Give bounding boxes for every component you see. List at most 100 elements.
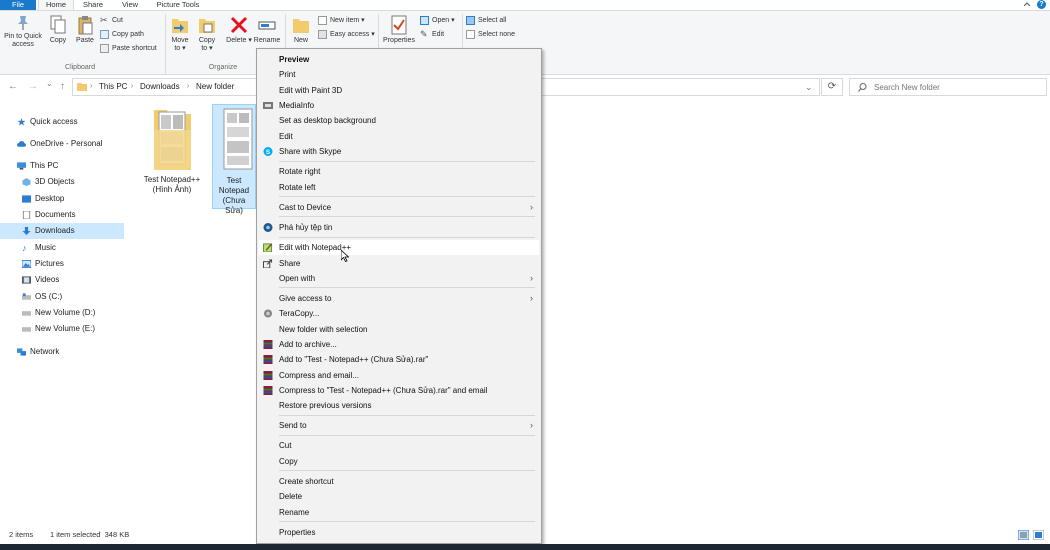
film-icon — [22, 276, 31, 284]
refresh-button[interactable]: ⟳ — [821, 78, 843, 96]
menu-item-delete[interactable]: Delete — [259, 489, 539, 504]
sidebar-item-downloads[interactable]: Downloads — [0, 223, 124, 239]
sidebar-item-volume-e[interactable]: New Volume (E:) — [0, 321, 124, 337]
sidebar-item-network[interactable]: Network — [0, 344, 124, 360]
address-dropdown-icon[interactable]: ⌄ — [805, 79, 813, 95]
copy-button[interactable]: Copy — [46, 15, 70, 45]
copy-path-button[interactable]: Copy path — [100, 29, 144, 41]
tab-file[interactable]: File — [0, 0, 36, 10]
menu-item-cast-to-device[interactable]: Cast to Device › — [259, 200, 539, 215]
sidebar-item-this-pc[interactable]: This PC — [0, 158, 124, 174]
file-item[interactable]: Test Notepad++ (Hình Ảnh) — [139, 104, 205, 195]
menu-item-new-folder-with-selection[interactable]: New folder with selection — [259, 322, 539, 337]
copy-to-icon — [199, 19, 215, 33]
breadcrumb-downloads[interactable]: Downloads — [140, 79, 180, 95]
collapse-ribbon-icon[interactable] — [1024, 2, 1030, 6]
sidebar-item-quick-access[interactable]: Quick access — [0, 114, 124, 130]
properties-ribbon-label: Properties — [383, 37, 415, 44]
menu-item-compress-to-rar-and-email[interactable]: Compress to "Test - Notepad++ (Chưa Sửa)… — [259, 383, 539, 398]
large-icons-view-icon[interactable] — [1033, 530, 1044, 540]
copy-to-button[interactable]: Copy to ▾ — [195, 15, 219, 53]
menu-item-open-with[interactable]: Open with › — [259, 271, 539, 286]
tab-picture-tools[interactable]: Picture Tools — [150, 0, 206, 10]
menu-item-mediainfo[interactable]: MediaInfo — [259, 98, 539, 113]
file-item-selected[interactable]: Test Notepad (Chưa Sửa) — [212, 104, 256, 215]
menu-item-edit-with-paint-3d[interactable]: Edit with Paint 3D — [259, 83, 539, 98]
menu-item-rename[interactable]: Rename — [259, 505, 539, 520]
menu-item-compress-and-email[interactable]: Compress and email... — [259, 368, 539, 383]
sidebar-item-pictures[interactable]: Pictures — [0, 256, 124, 272]
sidebar-item-music[interactable]: ♪ Music — [0, 240, 124, 256]
tab-view[interactable]: View — [112, 0, 148, 10]
edit-ribbon-button[interactable]: ✎ Edit — [420, 29, 444, 41]
sidebar-item-desktop[interactable]: Desktop — [0, 191, 124, 207]
open-button[interactable]: Open ▾ — [420, 15, 455, 27]
back-arrow-icon[interactable]: ← — [8, 81, 18, 92]
properties-ribbon-button[interactable]: Properties — [381, 15, 417, 45]
breadcrumb-this-pc[interactable]: This PC — [99, 79, 127, 95]
menu-item-edit[interactable]: Edit — [259, 129, 539, 144]
delete-button[interactable]: Delete ▾ — [226, 15, 252, 45]
search-input[interactable] — [874, 81, 1039, 93]
details-view-icon[interactable] — [1018, 530, 1029, 540]
winrar-icon — [263, 386, 273, 395]
sidebar-item-volume-d[interactable]: New Volume (D:) — [0, 305, 124, 321]
cut-button[interactable]: ✂ Cut — [100, 15, 123, 27]
menu-item-set-desktop-background[interactable]: Set as desktop background — [259, 113, 539, 128]
menu-item-preview[interactable]: Preview — [259, 52, 539, 67]
move-to-button[interactable]: Move to ▾ — [168, 15, 192, 53]
tab-share[interactable]: Share — [76, 0, 110, 10]
menu-separator — [279, 415, 535, 416]
submenu-arrow-icon: › — [530, 420, 533, 430]
menu-item-edit-with-notepad-plus-plus[interactable]: Edit with Notepad++ — [259, 240, 539, 255]
new-item-button[interactable]: New item ▾ — [318, 15, 365, 27]
tab-home[interactable]: Home — [38, 0, 74, 10]
menu-item-send-to[interactable]: Send to › — [259, 418, 539, 433]
menu-item-rotate-left[interactable]: Rotate left — [259, 180, 539, 195]
paste-button[interactable]: Paste — [72, 15, 98, 45]
sidebar-item-documents[interactable]: Documents — [0, 207, 124, 223]
clipboard-group-label: Clipboard — [65, 64, 95, 71]
menu-item-label: Rotate left — [279, 183, 316, 192]
menu-item-label: Create shortcut — [279, 477, 334, 486]
recent-locations-icon[interactable]: ⌄ — [46, 79, 53, 88]
menu-item-pha-huy-tep-tin[interactable]: Phá hủy tệp tin — [259, 220, 539, 235]
menu-item-add-to-archive[interactable]: Add to archive... — [259, 337, 539, 352]
select-none-button[interactable]: Select none — [466, 29, 515, 41]
menu-item-label: Compress to "Test - Notepad++ (Chưa Sửa)… — [279, 386, 488, 395]
teracopy-icon — [263, 309, 273, 318]
menu-item-create-shortcut[interactable]: Create shortcut — [259, 474, 539, 489]
menu-item-label: Give access to — [279, 294, 332, 303]
up-arrow-icon[interactable]: ↑ — [60, 81, 65, 92]
menu-item-teracopy[interactable]: TeraCopy... — [259, 306, 539, 321]
easy-access-button[interactable]: Easy access ▾ — [318, 29, 375, 41]
breadcrumb-new-folder[interactable]: New folder — [196, 79, 234, 95]
sidebar-item-videos[interactable]: Videos — [0, 272, 124, 288]
menu-item-give-access-to[interactable]: Give access to › — [259, 291, 539, 306]
search-box — [849, 78, 1047, 96]
help-icon[interactable]: ? — [1037, 0, 1046, 9]
menu-item-restore-previous-versions[interactable]: Restore previous versions — [259, 398, 539, 413]
menu-item-print[interactable]: Print — [259, 67, 539, 82]
new-folder-button[interactable]: New — [288, 15, 314, 45]
menu-item-cut[interactable]: Cut — [259, 438, 539, 453]
file-name-suffix: (Hình Ảnh) — [152, 185, 192, 194]
forward-arrow-icon[interactable]: → — [28, 81, 38, 92]
cut-label: Cut — [112, 17, 123, 24]
menu-item-share[interactable]: Share — [259, 256, 539, 271]
menu-item-rotate-right[interactable]: Rotate right — [259, 164, 539, 179]
select-all-button[interactable]: Select all — [466, 15, 506, 27]
rename-button[interactable]: Rename — [253, 15, 281, 45]
paste-shortcut-button[interactable]: Paste shortcut — [100, 43, 157, 55]
sidebar-item-3d-objects[interactable]: 3D Objects — [0, 174, 124, 190]
menu-item-share-with-skype[interactable]: S Share with Skype — [259, 144, 539, 159]
organize-group-label: Organize — [208, 64, 238, 71]
mediainfo-icon — [263, 102, 273, 109]
sidebar-item-os-c[interactable]: OS (C:) — [0, 289, 124, 305]
menu-item-copy[interactable]: Copy — [259, 454, 539, 469]
sidebar-item-onedrive[interactable]: OneDrive - Personal — [0, 136, 124, 152]
pin-to-quick-access-button[interactable]: Pin to Quick access — [2, 15, 44, 49]
sidebar-item-label: New Volume (E:) — [35, 324, 96, 333]
move-to-icon — [172, 19, 188, 33]
menu-item-add-to-rar[interactable]: Add to "Test - Notepad++ (Chưa Sửa).rar" — [259, 352, 539, 367]
